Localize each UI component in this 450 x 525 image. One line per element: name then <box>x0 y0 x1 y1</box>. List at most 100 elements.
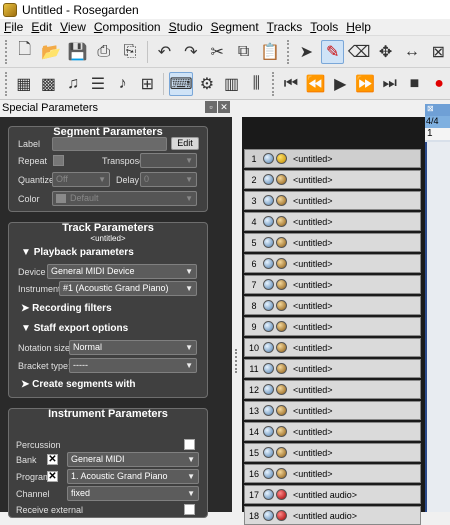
rewind-icon[interactable]: ⏪ <box>305 72 327 96</box>
playback-parameters-section[interactable]: ▼ Playback parameters <box>21 247 134 258</box>
segment-grid[interactable] <box>425 142 450 512</box>
receive-external-checkbox[interactable] <box>184 504 195 515</box>
create-segments-section[interactable]: ➤ Create segments with <box>21 379 136 390</box>
select-pointer-icon[interactable]: ➤ <box>295 40 318 64</box>
draw-pencil-icon[interactable]: ✎ <box>321 39 345 64</box>
record-led-icon[interactable] <box>276 174 287 185</box>
record-led-icon[interactable] <box>276 279 287 290</box>
erase-icon[interactable]: ⌫ <box>347 40 371 64</box>
bracket-type-combo[interactable]: ----- ▼ <box>69 358 197 373</box>
menu-item[interactable]: Help <box>342 20 375 34</box>
record-led-icon[interactable] <box>276 237 287 248</box>
track-label[interactable]: <untitled> <box>293 448 333 458</box>
segment-label-field[interactable] <box>52 137 167 151</box>
record-led-icon[interactable] <box>276 363 287 374</box>
device-combo[interactable]: General MIDI Device ▼ <box>47 264 197 279</box>
fast-forward-to-end-icon[interactable]: ⏭ <box>379 72 401 96</box>
track-row[interactable]: 16 <untitled> <box>244 464 421 483</box>
menu-item[interactable]: Tracks <box>263 20 307 34</box>
save-icon[interactable]: 💾 <box>66 40 89 64</box>
track-row[interactable]: 6 <untitled> <box>244 254 421 273</box>
track-label[interactable]: <untitled> <box>293 217 333 227</box>
track-row[interactable]: 10 <untitled> <box>244 338 421 357</box>
track-row[interactable]: 9 <untitled> <box>244 317 421 336</box>
color-combo[interactable]: Default ▼ <box>52 191 197 206</box>
menu-item[interactable]: Edit <box>27 20 56 34</box>
mute-led-icon[interactable] <box>263 342 274 353</box>
mute-led-icon[interactable] <box>263 363 274 374</box>
record-led-icon[interactable] <box>276 489 287 500</box>
toolbar-grip[interactable] <box>5 71 8 96</box>
menu-item[interactable]: Composition <box>90 20 165 34</box>
pitch-tracker-icon[interactable]: ♪ <box>112 72 134 96</box>
track-row[interactable]: 7 <untitled> <box>244 275 421 294</box>
paste-icon[interactable]: 📋 <box>258 40 281 64</box>
repeat-checkbox[interactable] <box>53 155 64 166</box>
track-row[interactable]: 13 <untitled> <box>244 401 421 420</box>
track-row[interactable]: 8 <untitled> <box>244 296 421 315</box>
track-label[interactable]: <untitled> <box>293 343 333 353</box>
record-led-icon[interactable] <box>276 195 287 206</box>
mute-led-icon[interactable] <box>263 447 274 458</box>
resize-icon[interactable]: ↔ <box>400 40 423 64</box>
track-row[interactable]: 15 <untitled> <box>244 443 421 462</box>
track-label[interactable]: <untitled> <box>293 364 333 374</box>
recording-filters-section[interactable]: ➤ Recording filters <box>21 303 112 314</box>
toolbar-grip[interactable] <box>272 71 275 96</box>
event-list-icon[interactable]: ☰ <box>87 72 109 96</box>
track-row[interactable]: 2 <untitled> <box>244 170 421 189</box>
record-led-icon[interactable] <box>276 468 287 479</box>
mute-led-icon[interactable] <box>263 153 274 164</box>
stop-icon[interactable]: ■ <box>404 72 426 96</box>
track-label[interactable]: <untitled> <box>293 175 333 185</box>
marker-ruler[interactable]: ⊠ <box>425 104 450 116</box>
record-led-icon[interactable] <box>276 426 287 437</box>
track-row[interactable]: 4 <untitled> <box>244 212 421 231</box>
menu-item[interactable]: View <box>56 20 90 34</box>
mixer-icon[interactable]: ⊞ <box>136 72 158 96</box>
close-dock-icon[interactable]: ✕ <box>218 101 230 113</box>
track-row[interactable]: 3 <untitled> <box>244 191 421 210</box>
program-checkbox[interactable]: ✕ <box>47 471 58 482</box>
fast-forward-icon[interactable]: ⏩ <box>354 72 376 96</box>
track-label[interactable]: <untitled> <box>293 301 333 311</box>
track-row[interactable]: 5 <untitled> <box>244 233 421 252</box>
record-led-icon[interactable] <box>276 300 287 311</box>
new-file-icon[interactable]: 🗋 <box>13 40 36 64</box>
open-folder-icon[interactable]: 📂 <box>39 40 62 64</box>
menu-item[interactable]: Tools <box>306 20 342 34</box>
mute-led-icon[interactable] <box>263 237 274 248</box>
record-led-icon[interactable] <box>276 321 287 332</box>
mute-led-icon[interactable] <box>263 216 274 227</box>
transpose-combo[interactable]: ▼ <box>140 153 197 168</box>
play-icon[interactable]: ▶ <box>329 72 351 96</box>
mute-led-icon[interactable] <box>263 300 274 311</box>
record-led-icon[interactable] <box>276 447 287 458</box>
record-led-icon[interactable] <box>276 153 287 164</box>
track-label[interactable]: <untitled> <box>293 259 333 269</box>
bank-checkbox[interactable]: ✕ <box>47 454 58 465</box>
track-row[interactable]: 1 <untitled> <box>244 149 421 168</box>
track-row[interactable]: 14 <untitled> <box>244 422 421 441</box>
move-icon[interactable]: ✥ <box>374 40 397 64</box>
record-led-icon[interactable] <box>276 384 287 395</box>
percussion-editor-icon[interactable]: ▩ <box>38 72 60 96</box>
piano-icon[interactable]: ▥ <box>221 72 243 96</box>
track-row[interactable]: 17 <untitled audio> <box>244 485 421 504</box>
edit-label-button[interactable]: Edit <box>171 137 199 150</box>
notation-editor-icon[interactable]: ♫ <box>62 72 84 96</box>
percussion-checkbox[interactable] <box>184 439 195 450</box>
notation-size-combo[interactable]: Normal ▼ <box>69 340 197 355</box>
staff-export-section[interactable]: ▼ Staff export options <box>21 323 128 334</box>
delay-combo[interactable]: 0 ▼ <box>140 172 197 187</box>
toolbar-grip[interactable] <box>286 39 290 64</box>
track-label[interactable]: <untitled audio> <box>293 490 357 500</box>
track-row[interactable]: 11 <untitled> <box>244 359 421 378</box>
mute-led-icon[interactable] <box>263 426 274 437</box>
mute-led-icon[interactable] <box>263 321 274 332</box>
undo-icon[interactable]: ↶ <box>153 40 176 64</box>
rewind-to-start-icon[interactable]: ⏮ <box>280 72 302 96</box>
mute-led-icon[interactable] <box>263 468 274 479</box>
track-label[interactable]: <untitled> <box>293 406 333 416</box>
track-label[interactable]: <untitled> <box>293 196 333 206</box>
